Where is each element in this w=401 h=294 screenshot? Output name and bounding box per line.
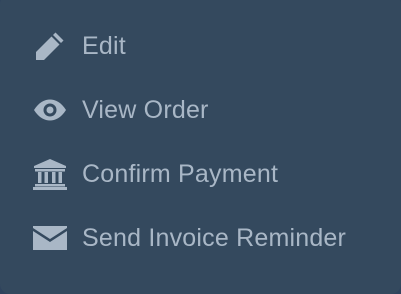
menu-item-label: View Order xyxy=(82,95,209,124)
pencil-icon xyxy=(32,28,68,64)
menu-item-edit[interactable]: Edit xyxy=(0,14,401,78)
eye-icon xyxy=(32,92,68,128)
menu-item-label: Edit xyxy=(82,31,126,60)
bank-icon xyxy=(32,156,68,192)
actions-dropdown-menu: Edit View Order Confirm Payment Send Inv… xyxy=(0,0,401,294)
menu-item-confirm-payment[interactable]: Confirm Payment xyxy=(0,142,401,206)
envelope-icon xyxy=(32,220,68,256)
menu-item-label: Confirm Payment xyxy=(82,159,279,188)
menu-item-label: Send Invoice Reminder xyxy=(82,223,347,252)
menu-item-send-invoice-reminder[interactable]: Send Invoice Reminder xyxy=(0,206,401,270)
menu-item-view-order[interactable]: View Order xyxy=(0,78,401,142)
